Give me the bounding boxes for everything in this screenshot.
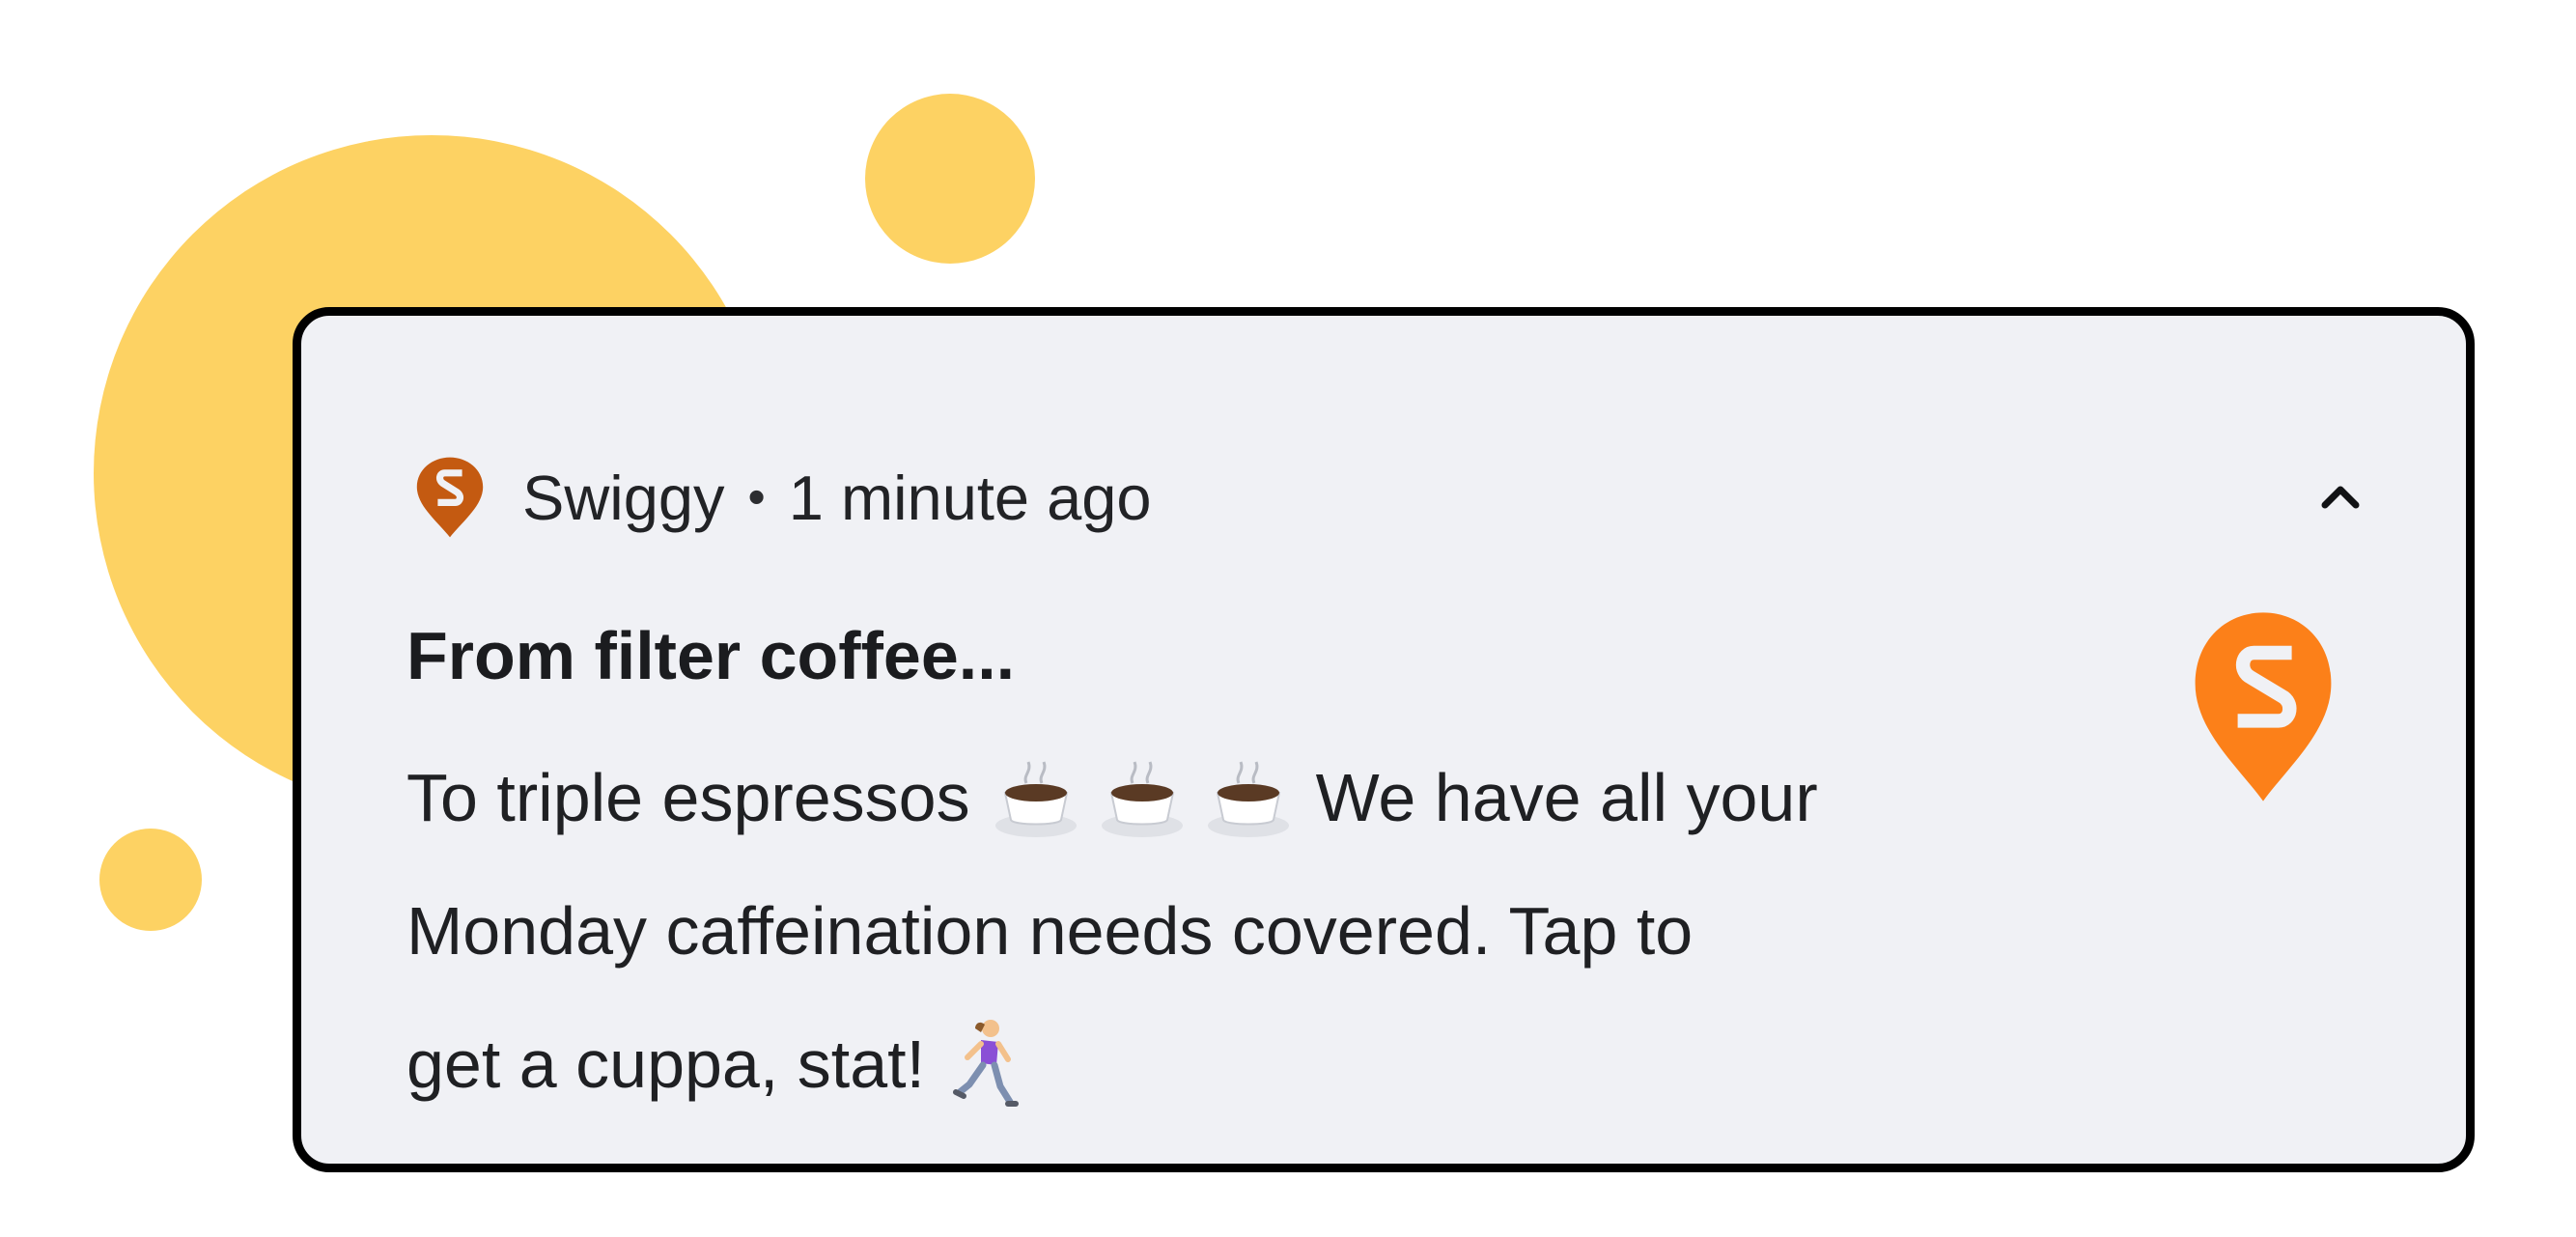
- body-line-1: To triple espressos We have all your: [406, 731, 2144, 864]
- body-line-2: Monday caffeination needs covered. Tap t…: [406, 893, 1694, 969]
- notification-card[interactable]: Swiggy • 1 minute ago From filter coffee…: [293, 307, 2475, 1172]
- swiggy-logo-icon: [416, 457, 484, 538]
- woman-running-icon: [953, 1019, 1020, 1107]
- notification-header: Swiggy • 1 minute ago: [406, 454, 1152, 541]
- decor-circle-top: [865, 94, 1035, 264]
- coffee-cup-icon: [1101, 760, 1183, 837]
- coffee-cup-icon: [994, 760, 1077, 837]
- body-line-1-start: To triple espressos: [406, 760, 970, 835]
- meta-separator: •: [747, 469, 766, 525]
- canvas: Swiggy • 1 minute ago From filter coffee…: [0, 0, 2576, 1237]
- swiggy-large-logo-icon: [2195, 612, 2332, 801]
- body-line-1-end: We have all your: [1315, 760, 1818, 835]
- body-line-3-text: get a cuppa, stat!: [406, 1026, 926, 1102]
- notification-body: To triple espressos We have all your Mon…: [406, 731, 2144, 1131]
- decor-circle-small: [99, 829, 202, 931]
- coffee-cup-icon: [1207, 760, 1289, 837]
- chevron-up-icon[interactable]: [2311, 468, 2369, 526]
- notification-title: From filter coffee...: [406, 618, 1016, 693]
- body-line-3: get a cuppa, stat!: [406, 998, 2144, 1131]
- coffee-cups: [988, 760, 1297, 845]
- notification-meta: Swiggy • 1 minute ago: [522, 462, 1152, 534]
- app-name: Swiggy: [522, 462, 725, 533]
- notification-time: 1 minute ago: [788, 462, 1152, 533]
